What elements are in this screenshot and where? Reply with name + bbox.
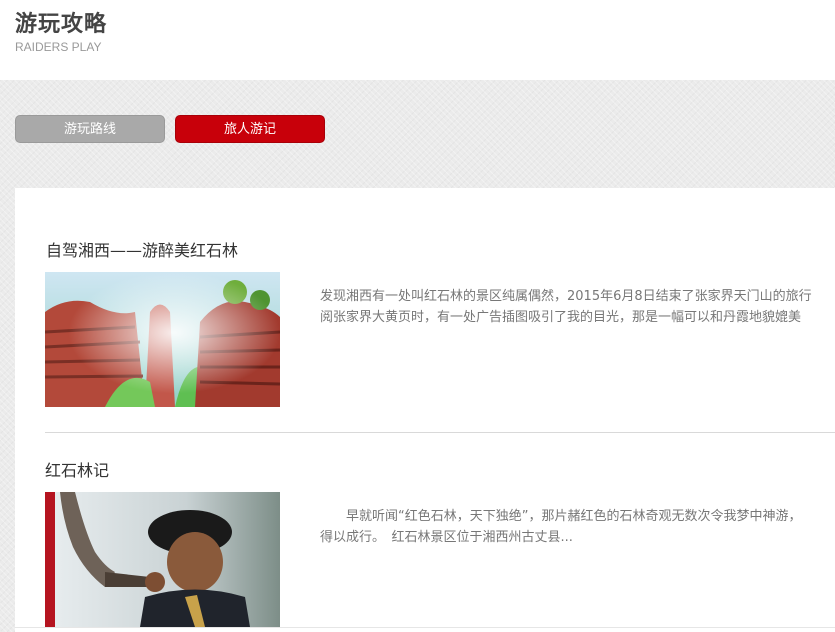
tab-travel-notes[interactable]: 旅人游记 xyxy=(175,115,325,143)
page-title: 游玩攻略 xyxy=(15,11,108,37)
article-title[interactable]: 自驾湘西——游醉美红石林 xyxy=(46,237,238,261)
article-excerpt: 早就听闻“红色石林，天下独绝”，那片赭红色的石林奇观无数次令我梦中神游， 得以成… xyxy=(320,506,835,566)
bottom-border xyxy=(15,627,835,628)
tab-play-route[interactable]: 游玩路线 xyxy=(15,115,165,143)
horn-player-image xyxy=(45,492,280,627)
article-thumbnail[interactable] xyxy=(45,492,280,627)
article-excerpt: 发现湘西有一处叫红石林的景区纯属偶然，2015年6月8日结束了张家界天门山的旅行… xyxy=(320,286,835,346)
excerpt-line: 早就听闻“红色石林，天下独绝”，那片赭红色的石林奇观无数次令我梦中神游， xyxy=(320,509,802,524)
excerpt-line: 发现湘西有一处叫红石林的景区纯属偶然，2015年6月8日结束了张家界天门山的旅行 xyxy=(320,289,812,304)
red-stone-forest-image xyxy=(45,272,280,407)
page-subtitle: RAIDERS PLAY xyxy=(15,40,102,54)
article-divider xyxy=(45,432,835,433)
article-title[interactable]: 红石林记 xyxy=(45,457,109,481)
excerpt-line: 阅张家界大黄页时，有一处广告插图吸引了我的目光，那是一幅可以和丹霞地貌媲美 xyxy=(320,310,802,325)
excerpt-line: 得以成行。 红石林景区位于湘西州古丈县... xyxy=(320,530,573,545)
article-thumbnail[interactable] xyxy=(45,272,280,407)
page-header: 游玩攻略 RAIDERS PLAY xyxy=(0,0,835,80)
